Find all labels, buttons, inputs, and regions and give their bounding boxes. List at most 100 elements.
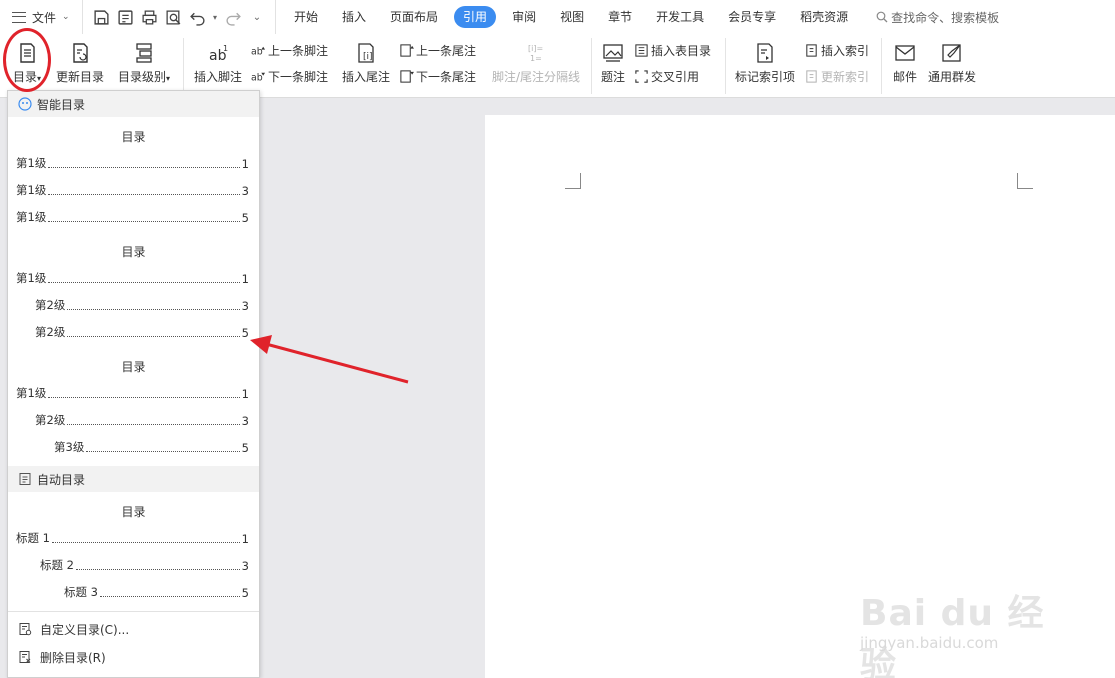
- tab-home[interactable]: 开始: [282, 6, 330, 28]
- margin-corner-mark: [565, 173, 581, 189]
- toc-button-highlight-ring: [3, 28, 51, 92]
- print-preview-icon[interactable]: [163, 7, 183, 27]
- tab-page-layout[interactable]: 页面布局: [378, 6, 450, 28]
- prev-footnote-icon: ab: [251, 46, 266, 57]
- auto-toc-header-label: 自动目录: [37, 472, 86, 487]
- toc-preset-1-line[interactable]: 第1级 5: [16, 209, 249, 225]
- next-footnote-button[interactable]: ab 下一条脚注: [251, 68, 328, 85]
- ribbon-separator: [881, 38, 882, 94]
- mass-send-label: 通用群发: [927, 70, 976, 84]
- file-menu-button[interactable]: 文件 ⌄: [0, 0, 82, 34]
- custom-toc-icon: [19, 623, 32, 636]
- tab-view[interactable]: 视图: [548, 6, 596, 28]
- smart-toc-header: 智能目录: [8, 91, 259, 117]
- toc-preview-title: 目录: [121, 245, 146, 259]
- hamburger-icon: [12, 11, 26, 23]
- redo-icon[interactable]: [223, 7, 243, 27]
- toc-level-label: 目录级别: [117, 70, 166, 84]
- auto-toc-line[interactable]: 标题 35: [64, 584, 249, 600]
- mail-label: 邮件: [892, 70, 917, 84]
- undo-icon[interactable]: [187, 7, 207, 27]
- insert-footnote-label: 插入脚注: [193, 70, 242, 84]
- quick-access-toolbar: ▾ ⌄: [82, 0, 267, 34]
- tab-developer[interactable]: 开发工具: [644, 6, 716, 28]
- custom-toc-label: 自定义目录(C)...: [40, 622, 130, 637]
- insert-index-button[interactable]: 插入索引: [804, 42, 869, 59]
- toc-preset-2-line[interactable]: 第2级 3: [35, 297, 249, 313]
- cross-reference-icon: [635, 70, 648, 83]
- prev-footnote-button[interactable]: ab 上一条脚注: [251, 42, 328, 59]
- svg-text:ab: ab: [251, 46, 263, 57]
- cross-reference-button[interactable]: 交叉引用: [634, 68, 699, 85]
- delete-toc-menu-item[interactable]: 删除目录(R): [8, 644, 259, 670]
- update-index-button[interactable]: 更新索引: [804, 68, 869, 85]
- insert-endnote-button[interactable]: [i] 插入尾注: [340, 38, 392, 85]
- watermark-url: jingyan.baidu.com: [860, 634, 999, 652]
- footnote-separator-label: 脚注/尾注分隔线: [491, 70, 581, 84]
- caption-label: 题注: [600, 70, 625, 84]
- update-toc-button[interactable]: 更新目录: [56, 38, 104, 85]
- next-footnote-icon: ab: [251, 72, 266, 83]
- toc-level-button[interactable]: 目录级别▾: [114, 38, 174, 85]
- command-search[interactable]: 查找命令、搜索模板: [876, 9, 999, 26]
- footnote-icon: ab1: [209, 44, 228, 64]
- tab-review[interactable]: 审阅: [500, 6, 548, 28]
- next-endnote-button[interactable]: 下一条尾注: [399, 68, 476, 85]
- toc-preset-2-line[interactable]: 第1级 1: [16, 270, 249, 286]
- tab-chapter[interactable]: 章节: [596, 6, 644, 28]
- toc-dropdown-panel: 智能目录 目录 第1级 1 第1级 3 第1级 5 目录 第1级 1 第2级 3 第2级 5…: [7, 90, 260, 678]
- svg-text:1=: 1=: [530, 54, 542, 63]
- toc-preset-2-line[interactable]: 第2级 5: [35, 324, 249, 340]
- toc-preset-1-line[interactable]: 第1级 1: [16, 155, 249, 171]
- print-icon[interactable]: [139, 7, 159, 27]
- insert-index-icon: [806, 44, 817, 57]
- next-endnote-icon: [400, 70, 414, 83]
- chevron-down-icon: ⌄: [62, 12, 70, 22]
- save-icon[interactable]: [91, 7, 111, 27]
- toc-preset-1-line[interactable]: 第1级 3: [16, 182, 249, 198]
- prev-endnote-label: 上一条尾注: [416, 44, 477, 58]
- update-index-icon: [806, 70, 817, 83]
- search-icon: [876, 11, 888, 23]
- auto-toc-header: 自动目录: [8, 466, 259, 492]
- insert-footnote-button[interactable]: ab 1 插入脚注: [192, 38, 244, 85]
- caption-button[interactable]: 题注: [598, 38, 628, 85]
- mass-send-button[interactable]: 通用群发: [926, 38, 978, 85]
- toc-preset-3-line[interactable]: 第1级 1: [16, 385, 249, 401]
- customize-toolbar-icon[interactable]: ⌄: [247, 7, 267, 27]
- footnote-separator-button[interactable]: [i]= 1= 脚注/尾注分隔线: [488, 38, 584, 85]
- toc-preset-3-line[interactable]: 第3级 5: [54, 439, 249, 455]
- prev-endnote-button[interactable]: 上一条尾注: [399, 42, 476, 59]
- svg-text:ab: ab: [251, 72, 263, 83]
- mail-icon: [895, 45, 915, 61]
- prev-endnote-icon: [400, 44, 414, 57]
- ribbon-tabs: 开始 插入 页面布局 引用 审阅 视图 章节 开发工具 会员专享 稻壳资源: [275, 0, 860, 34]
- mail-button[interactable]: 邮件: [888, 38, 922, 85]
- tab-member[interactable]: 会员专享: [716, 6, 788, 28]
- export-pdf-icon[interactable]: [115, 7, 135, 27]
- update-toc-icon: [73, 43, 88, 63]
- file-menu-label: 文件: [32, 10, 57, 25]
- toc-level-dropdown-icon: ▾: [166, 74, 171, 83]
- insert-table-of-figures-button[interactable]: 插入表目录: [634, 42, 711, 59]
- ribbon-separator: [183, 38, 184, 94]
- auto-toc-line[interactable]: 标题 11: [16, 530, 249, 546]
- ribbon-separator: [591, 38, 592, 94]
- tab-references[interactable]: 引用: [454, 6, 497, 28]
- custom-toc-menu-item[interactable]: 自定义目录(C)...: [8, 616, 259, 642]
- tab-docer[interactable]: 稻壳资源: [788, 6, 860, 28]
- table-of-figures-icon: [635, 44, 648, 57]
- smart-toc-icon: [18, 97, 32, 111]
- mark-index-icon: [757, 43, 773, 63]
- watermark-brand: Bai du 经验: [860, 593, 1045, 678]
- toc-preset-3-line[interactable]: 第2级 3: [35, 412, 249, 428]
- menu-divider: [8, 611, 259, 612]
- ribbon-separator: [725, 38, 726, 94]
- toc-preview-title: 目录: [121, 505, 146, 519]
- auto-toc-line[interactable]: 标题 23: [40, 557, 249, 573]
- menu-bar: 文件 ⌄ ▾ ⌄ 开始 插入 页面布局 引用 审阅 视图 章节 开发工具 会员专…: [0, 0, 1115, 34]
- delete-toc-label: 删除目录(R): [40, 650, 106, 665]
- undo-dropdown-icon[interactable]: ▾: [211, 7, 219, 27]
- tab-insert[interactable]: 插入: [330, 6, 378, 28]
- mark-index-button[interactable]: 标记索引项: [733, 38, 797, 85]
